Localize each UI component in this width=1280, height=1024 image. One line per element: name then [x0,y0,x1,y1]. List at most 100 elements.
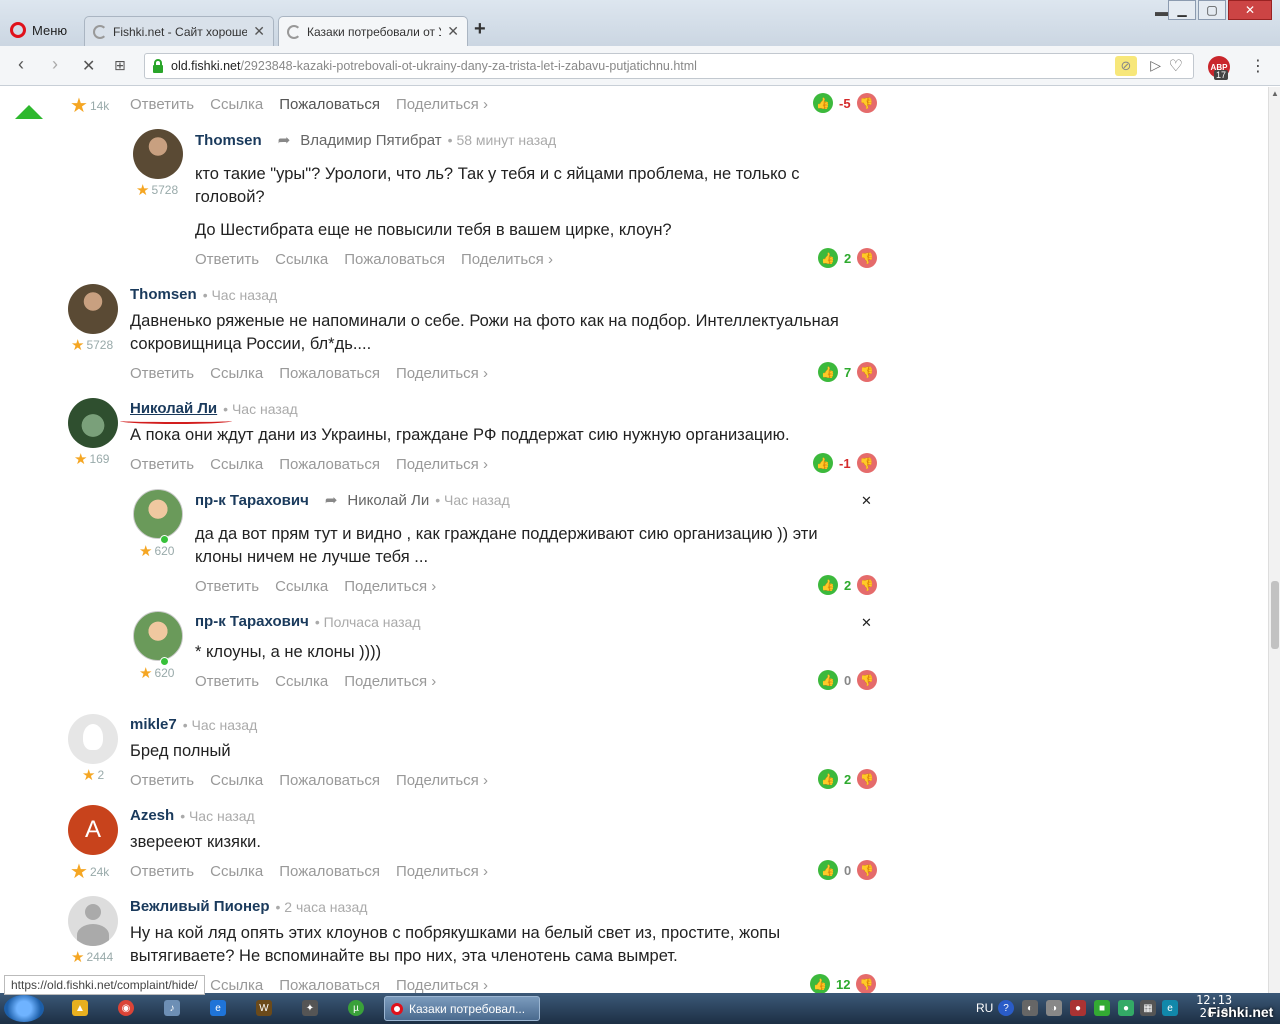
permalink[interactable]: Ссылка [275,673,328,690]
reply-link[interactable]: Ответить [130,863,194,880]
utorrent-icon[interactable]: µ [348,1000,364,1016]
thumbs-down-icon[interactable]: 👎 [857,860,878,880]
comment-time[interactable]: • Час назад [435,492,510,508]
thumbs-up-icon[interactable]: 👍 [818,362,838,382]
avatar[interactable] [133,611,183,661]
thumbs-up-icon[interactable]: 👍 [810,974,830,993]
share-link[interactable]: Поделиться [344,578,436,595]
scroll-up-icon[interactable]: ▲ [1271,89,1279,98]
permalink[interactable]: Ссылка [210,456,263,473]
comment-time[interactable]: • Час назад [183,717,258,733]
tray-icon[interactable]: ● [1070,1000,1086,1016]
thumbs-up-icon[interactable]: 👍 [818,575,838,595]
start-button[interactable] [4,995,44,1022]
author-link[interactable]: Николай Ли [130,400,217,417]
tray-icon[interactable]: ● [1118,1000,1134,1016]
reply-link[interactable]: Ответить [130,96,194,113]
permalink[interactable]: Ссылка [210,977,263,993]
forward-icon[interactable]: › [52,54,58,75]
permalink[interactable]: Ссылка [275,251,328,268]
comment-time[interactable]: • Час назад [203,287,278,303]
close-window-button[interactable]: ✕ [1228,0,1272,20]
avatar[interactable] [133,129,183,179]
close-icon[interactable]: ✕ [861,493,872,509]
avatar[interactable] [68,896,118,946]
help-icon[interactable]: ? [998,1000,1014,1016]
game-icon[interactable]: W [256,1000,272,1016]
comment-time[interactable]: • Час назад [223,401,298,417]
media-player-icon[interactable]: ♪ [164,1000,180,1016]
maximize-button[interactable]: ▢ [1198,0,1226,20]
author-link[interactable]: пр-к Тарахович [195,613,309,630]
reply-link[interactable]: Ответить [130,772,194,789]
tab-fishki[interactable]: Fishki.net - Сайт хорошего ✕ [84,16,274,46]
back-icon[interactable]: ‹ [18,54,24,75]
thumbs-down-icon[interactable]: 👎 [856,453,877,473]
comment-time[interactable]: • 58 минут назад [448,132,556,148]
permalink[interactable]: Ссылка [210,772,263,789]
thumbs-down-icon[interactable]: 👎 [857,575,878,595]
tray-icon[interactable]: e [1162,1000,1178,1016]
author-link[interactable]: Thomsen [130,286,197,303]
avatar[interactable] [68,398,118,448]
tab-active-article[interactable]: Казаки потребовали от Укр ✕ [278,16,468,46]
minimize-button[interactable]: ▁ [1168,0,1196,20]
send-icon[interactable]: ▷ [1150,57,1161,74]
complain-link[interactable]: Пожаловаться [279,863,380,880]
tab-menu-icon[interactable]: ▬ [1155,4,1168,19]
language-indicator[interactable]: RU [976,1001,993,1015]
reply-link[interactable]: Ответить [130,456,194,473]
share-link[interactable]: Поделиться [396,456,488,473]
share-link[interactable]: Поделиться [396,863,488,880]
close-tab-icon[interactable]: ✕ [447,23,459,40]
avast-icon[interactable]: ▲ [72,1000,88,1016]
thumbs-up-icon[interactable]: 👍 [818,860,838,880]
thumbs-down-icon[interactable]: 👎 [857,769,878,789]
avatar[interactable] [68,284,118,334]
page-scrollbar[interactable]: ▲ [1268,87,1280,993]
comment-time[interactable]: • Час назад [180,808,255,824]
chrome-icon[interactable]: ◉ [118,1000,134,1016]
thumbs-up-icon[interactable]: 👍 [818,248,838,268]
url-field[interactable]: old.fishki.net /2923848-kazaki-potrebova… [144,53,1194,79]
taskbar-opera-window[interactable]: Казаки потребовал... [384,996,540,1021]
internet-explorer-icon[interactable]: e [210,1000,226,1016]
tray-icon[interactable]: ◐ [1022,1000,1038,1016]
reply-link[interactable]: Ответить [195,578,259,595]
reply-link[interactable]: Ответить [195,251,259,268]
thumbs-down-icon[interactable]: 👎 [856,93,877,113]
share-link[interactable]: Поделиться [396,977,488,993]
author-link[interactable]: пр-к Тарахович [195,492,309,509]
complain-link[interactable]: Пожаловаться [279,977,380,993]
comment-time[interactable]: • 2 часа назад [276,899,368,915]
permalink[interactable]: Ссылка [275,578,328,595]
author-link[interactable]: Thomsen [195,132,262,149]
stop-icon[interactable]: ✕ [82,56,95,76]
network-icon[interactable]: ▦ [1140,1000,1156,1016]
close-tab-icon[interactable]: ✕ [253,23,265,40]
complain-link[interactable]: Пожаловаться [279,772,380,789]
complain-link[interactable]: Пожаловаться [344,251,445,268]
nvidia-icon[interactable]: ■ [1094,1000,1110,1016]
author-link[interactable]: Azesh [130,807,174,824]
share-link[interactable]: Поделиться [461,251,553,268]
reply-to-link[interactable]: Владимир Пятибрат [300,132,441,149]
comment-time[interactable]: • Полчаса назад [315,614,421,630]
thumbs-down-icon[interactable]: 👎 [857,248,878,268]
complain-link[interactable]: Пожаловаться [279,365,380,382]
speed-dial-icon[interactable]: ⊞ [114,57,126,74]
thumbs-down-icon[interactable]: 👎 [856,974,877,993]
tanks-icon[interactable]: ✦ [302,1000,318,1016]
author-link[interactable]: mikle7 [130,716,177,733]
share-link[interactable]: Поделиться [396,772,488,789]
close-icon[interactable]: ✕ [861,615,872,631]
scroll-up-arrow-icon[interactable] [15,105,43,119]
permalink[interactable]: Ссылка [210,863,263,880]
avatar[interactable]: A [68,805,118,855]
author-link[interactable]: Вежливый Пионер [130,898,270,915]
share-link[interactable]: Поделиться [396,365,488,382]
thumbs-up-icon[interactable]: 👍 [818,670,838,690]
tray-icon[interactable]: ◑ [1046,1000,1062,1016]
easy-setup-icon[interactable]: ⋮ [1250,56,1266,76]
adblock-icon[interactable]: ⊘ [1115,56,1137,76]
